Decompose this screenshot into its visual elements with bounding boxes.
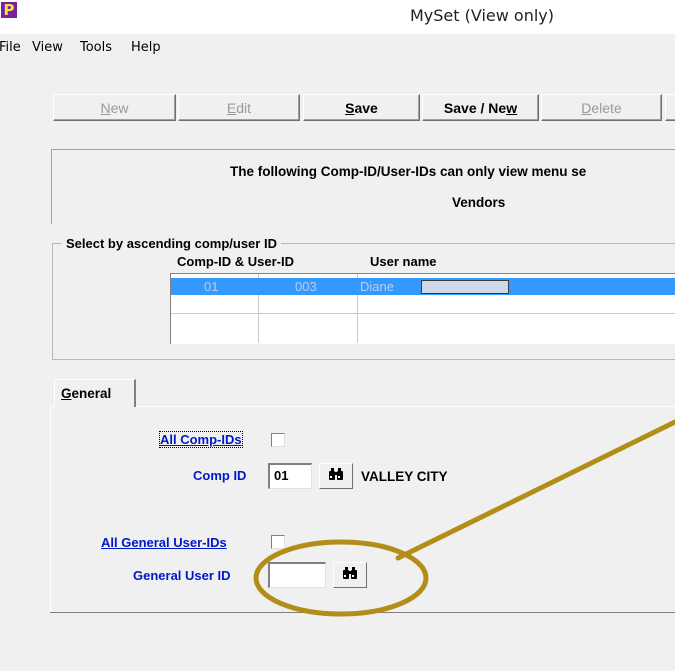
binoculars-icon — [342, 567, 358, 582]
row-comp-id: 01 — [204, 279, 219, 294]
select-group-legend: Select by ascending comp/user ID — [62, 236, 281, 251]
column-header-user-name[interactable]: User name — [370, 254, 436, 269]
tab-general-label: General — [61, 386, 112, 401]
all-general-user-ids-label[interactable]: All General User-IDs — [101, 535, 227, 550]
binoculars-icon — [328, 468, 344, 483]
save-new-button[interactable]: Save / New — [422, 94, 539, 121]
all-general-user-ids-checkbox[interactable] — [271, 535, 285, 549]
info-panel — [51, 149, 675, 224]
row-user-id: 003 — [295, 279, 317, 294]
comp-name-text: VALLEY CITY — [361, 469, 448, 484]
menu-help[interactable]: Help — [131, 40, 161, 55]
window-title: MySet (View only) — [410, 6, 555, 25]
menu-file[interactable]: File — [0, 40, 21, 55]
save-button[interactable]: Save — [303, 94, 420, 121]
all-comp-ids-label[interactable]: All Comp-IDs — [159, 431, 243, 448]
comp-id-lookup-button[interactable] — [319, 463, 353, 489]
general-user-id-lookup-button[interactable] — [333, 562, 367, 588]
column-header-comp-user-id[interactable]: Comp-ID & User-ID — [177, 254, 294, 269]
comp-id-label: Comp ID — [193, 468, 247, 483]
redaction-box — [421, 280, 509, 294]
new-button[interactable]: New — [53, 94, 176, 121]
delete-button[interactable]: Delete — [541, 94, 662, 121]
menu-tools[interactable]: Tools — [80, 40, 112, 55]
all-comp-ids-checkbox[interactable] — [271, 433, 285, 447]
app-icon: P — [1, 2, 17, 18]
title-bar — [0, 0, 675, 34]
tab-panel-border — [50, 612, 675, 613]
edit-button[interactable]: Edit — [178, 94, 300, 121]
info-category: Vendors — [452, 195, 506, 210]
general-user-id-field[interactable] — [268, 562, 326, 588]
tab-panel-border — [50, 406, 51, 613]
general-user-id-label: General User ID — [133, 568, 231, 583]
list-row-divider — [171, 313, 675, 314]
info-message: The following Comp-ID/User-IDs can only … — [230, 164, 587, 179]
annotation-pointer-line — [395, 419, 675, 561]
row-user-name: Diane — [360, 279, 394, 294]
menu-view[interactable]: View — [32, 40, 63, 55]
comp-id-field[interactable]: 01 — [268, 463, 312, 489]
tab-panel-border — [51, 406, 675, 407]
toolbar-overflow-button[interactable] — [665, 94, 675, 121]
